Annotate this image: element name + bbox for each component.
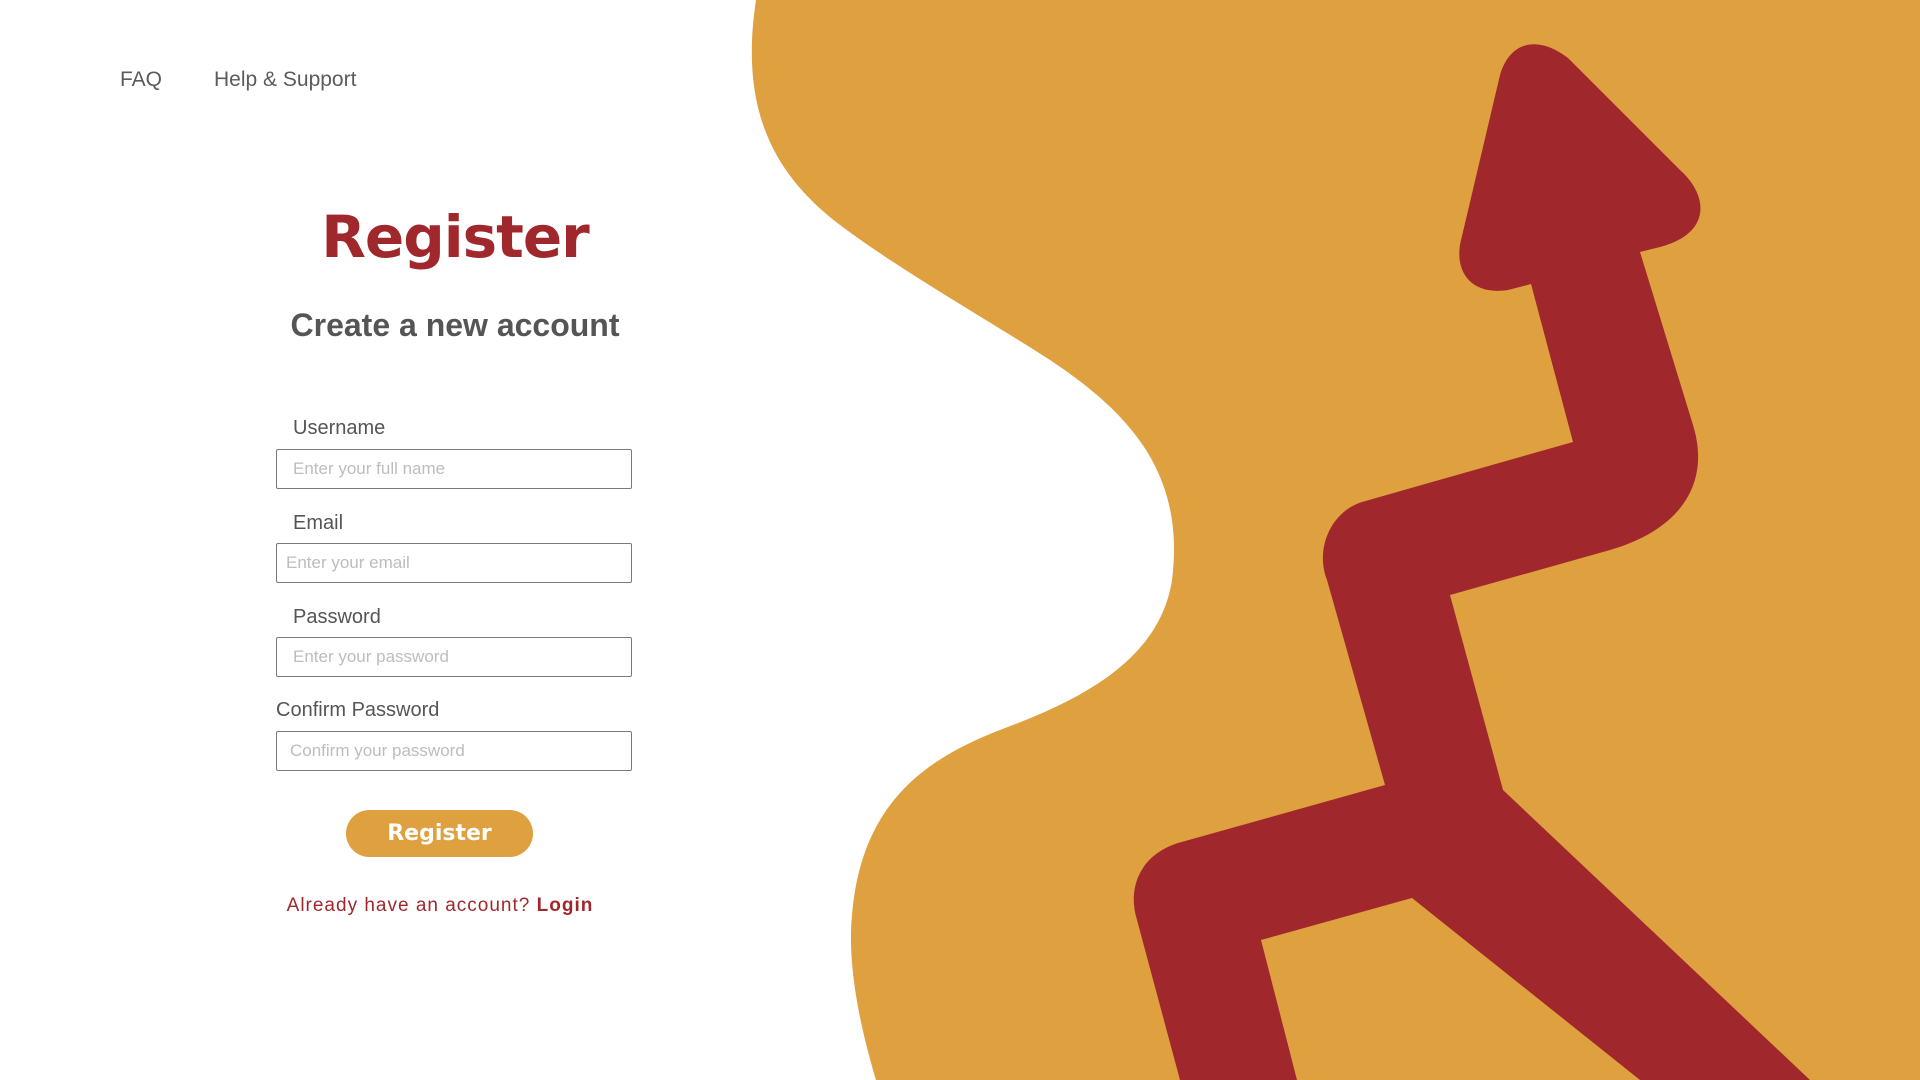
username-label: Username xyxy=(293,417,386,439)
email-label: Email xyxy=(293,512,344,534)
register-page: FAQ Help & Support Register Create a new… xyxy=(0,0,1920,1080)
nav-link-faq[interactable]: FAQ xyxy=(120,66,162,94)
register-button[interactable]: Register xyxy=(346,810,533,857)
login-prompt-text: Already have an account? xyxy=(286,895,531,916)
page-subtitle: Create a new account xyxy=(290,307,620,343)
login-prompt: Already have an account? Login xyxy=(240,893,640,919)
page-title: Register xyxy=(321,203,590,271)
confirm-password-label: Confirm Password xyxy=(276,699,440,721)
nav-link-help-support[interactable]: Help & Support xyxy=(214,66,356,94)
password-input[interactable] xyxy=(276,637,632,677)
username-input[interactable] xyxy=(276,449,632,489)
login-link[interactable]: Login xyxy=(537,895,594,916)
confirm-password-input[interactable] xyxy=(276,731,632,771)
email-input[interactable] xyxy=(276,543,632,583)
top-nav: FAQ Help & Support xyxy=(120,66,356,94)
password-label: Password xyxy=(293,606,381,628)
